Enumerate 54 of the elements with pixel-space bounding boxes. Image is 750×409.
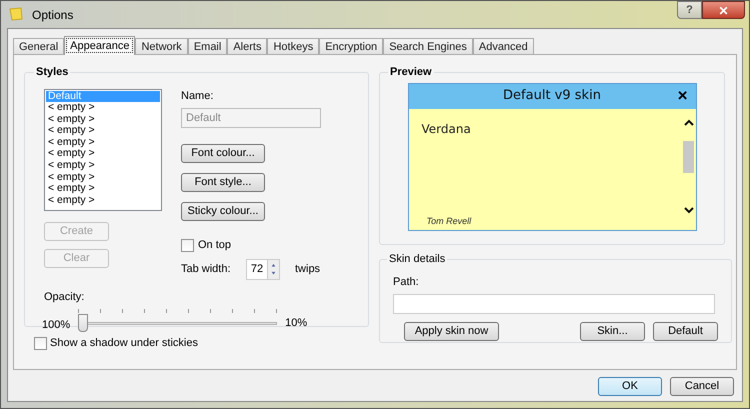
- group-title: Styles: [35, 65, 70, 80]
- checkbox[interactable]: [181, 238, 194, 252]
- list-item[interactable]: < empty >: [46, 148, 160, 160]
- tab[interactable]: Search Engines: [383, 38, 473, 54]
- window-title: Options: [32, 7, 74, 24]
- list-item[interactable]: < empty >: [46, 125, 160, 137]
- dialog-button[interactable]: Cancel: [670, 377, 734, 396]
- style-button[interactable]: Sticky colour...: [181, 202, 265, 221]
- min-label: 100%: [42, 318, 70, 332]
- sticky-note-icon: [8, 6, 24, 22]
- slider-thumb[interactable]: [78, 314, 88, 332]
- skin-button[interactable]: Skin...: [580, 322, 645, 341]
- list-item[interactable]: < empty >: [46, 136, 160, 148]
- sticky-title: Default v9 skin: [503, 87, 601, 106]
- tab[interactable]: General: [13, 38, 64, 54]
- scrollbar-thumb[interactable]: [683, 140, 694, 172]
- tab-width-field[interactable]: 72: [246, 258, 268, 280]
- opacity-label: Opacity:: [44, 290, 86, 304]
- style-button[interactable]: Font colour...: [181, 144, 265, 163]
- tab[interactable]: Appearance: [64, 36, 136, 55]
- skin-button[interactable]: Default: [653, 322, 718, 341]
- list-item[interactable]: < empty >: [46, 172, 160, 184]
- checkbox-label: On top: [198, 238, 232, 253]
- tab[interactable]: Email: [188, 38, 228, 54]
- styles-listbox[interactable]: Default < empty > < empty > < empty > < empty > < empty > < empty > < empty > < empty > < empty >: [44, 88, 162, 210]
- name-label: Name:: [181, 88, 214, 104]
- list-item[interactable]: < empty >: [46, 160, 160, 172]
- help-button[interactable]: ?: [677, 1, 702, 19]
- close-button[interactable]: ✕: [702, 1, 745, 19]
- tab[interactable]: Encryption: [319, 38, 384, 54]
- sticky-text: Verdana: [422, 120, 472, 138]
- list-item[interactable]: < empty >: [46, 102, 160, 114]
- list-item[interactable]: < empty >: [46, 183, 160, 195]
- skin-button[interactable]: Apply skin now: [404, 322, 499, 341]
- author-name: Tom Revell: [426, 215, 472, 228]
- style-button[interactable]: Font style...: [181, 173, 265, 192]
- tab[interactable]: Hotkeys: [267, 38, 320, 54]
- group-title: Skin details: [388, 252, 446, 267]
- scrollbar[interactable]: [682, 118, 694, 214]
- checkbox[interactable]: [34, 336, 47, 350]
- list-item[interactable]: < empty >: [46, 194, 160, 206]
- path-field[interactable]: [393, 294, 715, 314]
- tab[interactable]: Advanced: [472, 38, 534, 54]
- checkbox-label: Show a shadow under stickies: [50, 336, 198, 351]
- tab[interactable]: Alerts: [227, 38, 268, 54]
- max-label: 10%: [285, 316, 308, 330]
- tab[interactable]: Network: [135, 38, 188, 54]
- unit-label: twips: [295, 262, 320, 277]
- dialog-button[interactable]: OK: [598, 377, 662, 396]
- group-title: Preview: [389, 65, 433, 80]
- path-label: Path:: [393, 274, 420, 290]
- close-icon[interactable]: ×: [678, 86, 688, 106]
- tab-width-label: Tab width:: [181, 262, 232, 277]
- list-item[interactable]: < empty >: [46, 114, 160, 126]
